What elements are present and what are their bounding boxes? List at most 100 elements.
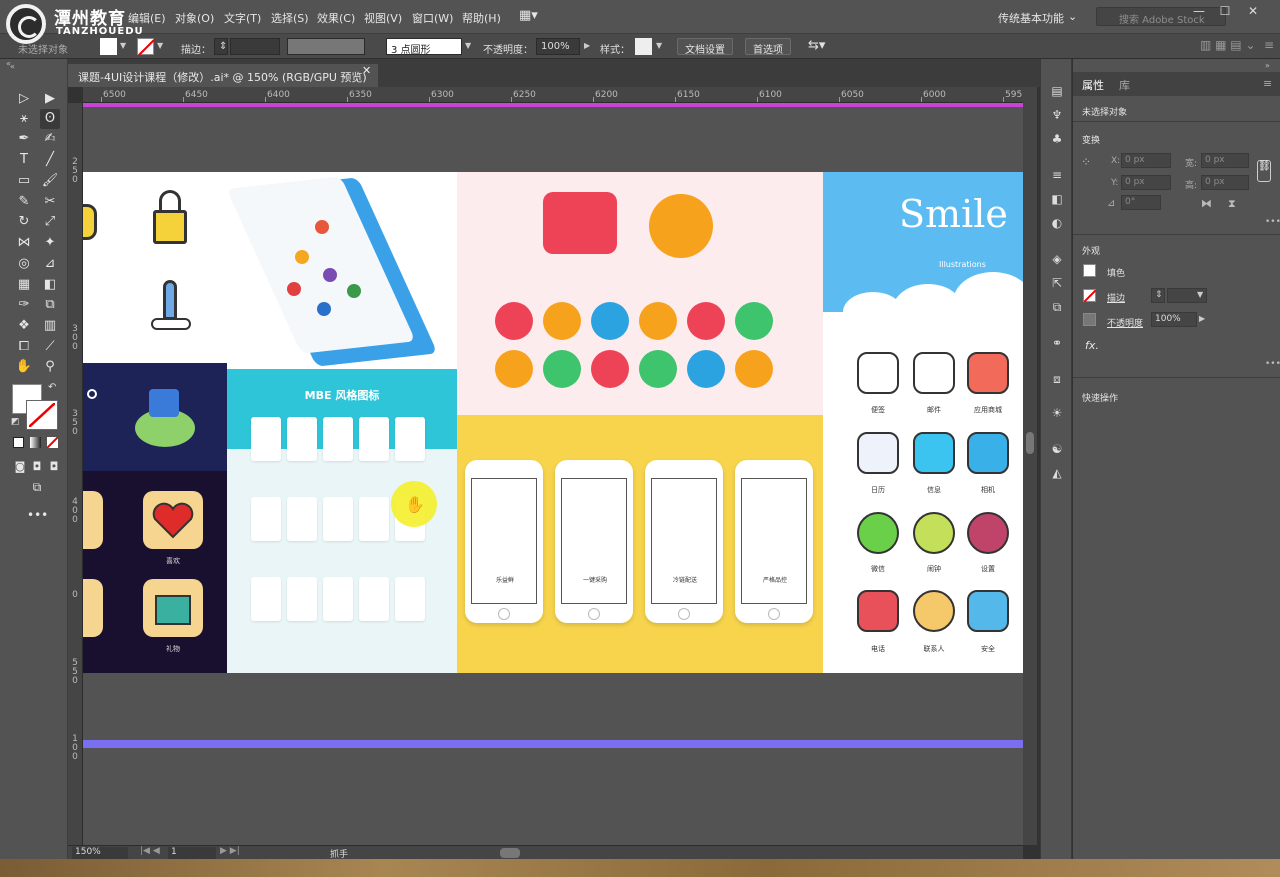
selection-tool-icon[interactable]: ▷ xyxy=(14,89,34,109)
appearance-panel-icon[interactable]: ☀ xyxy=(1049,405,1065,421)
gradient-mode-icon[interactable] xyxy=(30,437,41,448)
curvature-tool-icon[interactable]: ✍ xyxy=(40,129,60,149)
perspective-tool-icon[interactable]: ⊿ xyxy=(40,254,60,274)
rotation-field[interactable]: 0° xyxy=(1121,195,1161,210)
workspace-switcher[interactable]: 传统基本功能 xyxy=(998,10,1064,26)
close-tab-icon[interactable]: ✕ xyxy=(362,64,371,77)
line-tool-icon[interactable]: ╱ xyxy=(40,150,60,170)
blend-tool-icon[interactable]: ⧉ xyxy=(40,295,60,315)
libraries-panel-icon[interactable]: ▤ xyxy=(1049,83,1065,99)
chevron-down-icon[interactable]: ⌄ xyxy=(1068,10,1077,23)
menu-window[interactable]: 窗口(W) xyxy=(412,10,453,26)
brush-field[interactable]: 3 点圆形 xyxy=(386,38,462,56)
stroke-swatch[interactable] xyxy=(1083,289,1097,303)
fill-swatch[interactable] xyxy=(1083,264,1096,277)
close-icon[interactable]: ✕ xyxy=(1240,4,1266,22)
chevron-down-icon[interactable]: ▼ xyxy=(1197,290,1203,299)
more-tools-icon[interactable]: ••• xyxy=(27,505,48,525)
paintbrush-tool-icon[interactable]: 🖌 xyxy=(40,171,60,191)
panel-menu-icon[interactable]: ≡ xyxy=(1264,38,1274,52)
menu-edit[interactable]: 编辑(E) xyxy=(128,10,166,26)
document-tab[interactable]: 课题-4UI设计课程（修改）.ai* @ 150% (RGB/GPU 预览) xyxy=(68,64,378,87)
artboard-number-field[interactable]: 1 xyxy=(168,847,216,859)
menu-select[interactable]: 选择(S) xyxy=(271,10,309,26)
artboard-nav-next-icon[interactable]: ▶ ▶| xyxy=(220,846,240,856)
rotate-tool-icon[interactable]: ↻ xyxy=(14,212,34,232)
artboard-tool-icon[interactable]: ⧠ xyxy=(14,337,34,357)
gradient-panel-icon[interactable]: ◧ xyxy=(1049,191,1065,207)
fx-icon[interactable]: fx. xyxy=(1085,339,1099,352)
swap-colors-icon[interactable]: ↶ xyxy=(48,382,56,393)
artboard-canvas[interactable]: Smile Illustrations 便签 邮件 应用商城 日历 信息 相机 … xyxy=(83,103,1023,845)
width-field[interactable]: 0 px xyxy=(1201,153,1249,168)
constrain-proportions-icon[interactable]: ⛓ xyxy=(1257,160,1271,182)
chevron-down-icon[interactable]: ▼ xyxy=(465,41,471,50)
menu-effect[interactable]: 效果(C) xyxy=(317,10,355,26)
tab-properties[interactable]: 属性 xyxy=(1082,77,1104,93)
gradient-tool-icon[interactable]: ◧ xyxy=(40,275,60,295)
zoom-tool-icon[interactable]: ⚲ xyxy=(40,357,60,377)
style-swatch[interactable] xyxy=(635,38,652,55)
artboards-panel-icon[interactable]: ⧉ xyxy=(1049,299,1065,315)
layers-panel-icon[interactable]: ◈ xyxy=(1049,251,1065,267)
color-guide-panel-icon[interactable]: ☯ xyxy=(1049,441,1065,457)
stroke-panel-icon[interactable]: ≡ xyxy=(1049,167,1065,183)
puppet-warp-tool-icon[interactable]: ✦ xyxy=(40,233,60,253)
menu-type[interactable]: 文字(T) xyxy=(224,10,261,26)
chevron-down-icon[interactable]: ▼ xyxy=(157,41,163,50)
mesh-tool-icon[interactable]: ▦ xyxy=(14,275,34,295)
minimize-icon[interactable]: — xyxy=(1186,4,1212,22)
symbols-panel-icon[interactable]: ♣ xyxy=(1049,131,1065,147)
color-mode-icon[interactable] xyxy=(13,437,24,448)
transparency-panel-icon[interactable]: ◐ xyxy=(1049,215,1065,231)
y-field[interactable]: 0 px xyxy=(1121,175,1171,190)
menu-help[interactable]: 帮助(H) xyxy=(462,10,501,26)
vertical-scrollbar[interactable] xyxy=(1023,87,1037,845)
magic-wand-tool-icon[interactable]: ⚹ xyxy=(14,109,34,129)
default-colors-icon[interactable]: ◩ xyxy=(11,417,20,427)
align-options-icon[interactable]: ⇆▾ xyxy=(808,38,825,53)
horizontal-scrollbar-thumb[interactable] xyxy=(500,848,520,858)
artboard-nav-prev-icon[interactable]: |◀ ◀ xyxy=(140,846,160,856)
panel-menu-icon[interactable]: ≡ xyxy=(1263,77,1272,90)
scrollbar-thumb[interactable] xyxy=(1026,432,1034,454)
draw-inside-icon[interactable]: ◘ xyxy=(44,457,64,477)
flip-horizontal-icon[interactable]: ⧓ xyxy=(1201,197,1212,210)
tab-library[interactable]: 库 xyxy=(1119,77,1130,93)
collapse-icon[interactable]: « xyxy=(6,59,11,68)
flip-vertical-icon[interactable]: ⧗ xyxy=(1228,197,1236,211)
brushes-panel-icon[interactable]: ♆ xyxy=(1049,107,1065,123)
more-options-icon[interactable]: ••• xyxy=(1265,359,1280,369)
preferences-button[interactable]: 首选项 xyxy=(745,38,791,56)
links-panel-icon[interactable]: ⚭ xyxy=(1049,335,1065,351)
maximize-icon[interactable]: ☐ xyxy=(1212,4,1238,22)
arrange-documents-icon[interactable]: ▦▾ xyxy=(519,8,538,23)
chevron-down-icon[interactable]: ▼ xyxy=(656,41,662,50)
rectangle-tool-icon[interactable]: ▭ xyxy=(14,171,34,191)
export-panel-icon[interactable]: ⇱ xyxy=(1049,275,1065,291)
graph-tool-icon[interactable]: ▥ xyxy=(40,316,60,336)
stroke-swatch[interactable] xyxy=(137,38,155,56)
stroke-stepper[interactable]: ⇕ xyxy=(1151,288,1165,303)
collapse-icon[interactable]: » xyxy=(1265,61,1270,70)
symbol-sprayer-tool-icon[interactable]: ❖ xyxy=(14,316,34,336)
stroke-label[interactable]: 描边 xyxy=(1107,291,1125,304)
chevron-down-icon[interactable]: ▼ xyxy=(120,41,126,50)
screen-mode-icon[interactable]: ⧉ xyxy=(27,477,47,497)
opacity-field[interactable]: 100% xyxy=(536,38,580,55)
chevron-right-icon[interactable]: ▶ xyxy=(584,41,590,50)
swatches-panel-icon[interactable]: ◭ xyxy=(1049,465,1065,481)
x-field[interactable]: 0 px xyxy=(1121,153,1171,168)
scissors-tool-icon[interactable]: ✂ xyxy=(40,192,60,212)
document-setup-button[interactable]: 文档设置 xyxy=(677,38,733,56)
height-field[interactable]: 0 px xyxy=(1201,175,1249,190)
more-options-icon[interactable]: ••• xyxy=(1265,217,1280,227)
direct-selection-tool-icon[interactable]: ▶ xyxy=(40,89,60,109)
hand-tool-icon[interactable]: ✋ xyxy=(14,357,34,377)
slice-tool-icon[interactable]: ⟋ xyxy=(40,337,60,357)
eyedropper-tool-icon[interactable]: ✑ xyxy=(14,295,34,315)
zoom-field[interactable]: 150% xyxy=(72,847,128,859)
opacity-field[interactable]: 100% xyxy=(1151,312,1197,327)
fill-swatch[interactable] xyxy=(100,38,117,55)
menu-view[interactable]: 视图(V) xyxy=(364,10,402,26)
